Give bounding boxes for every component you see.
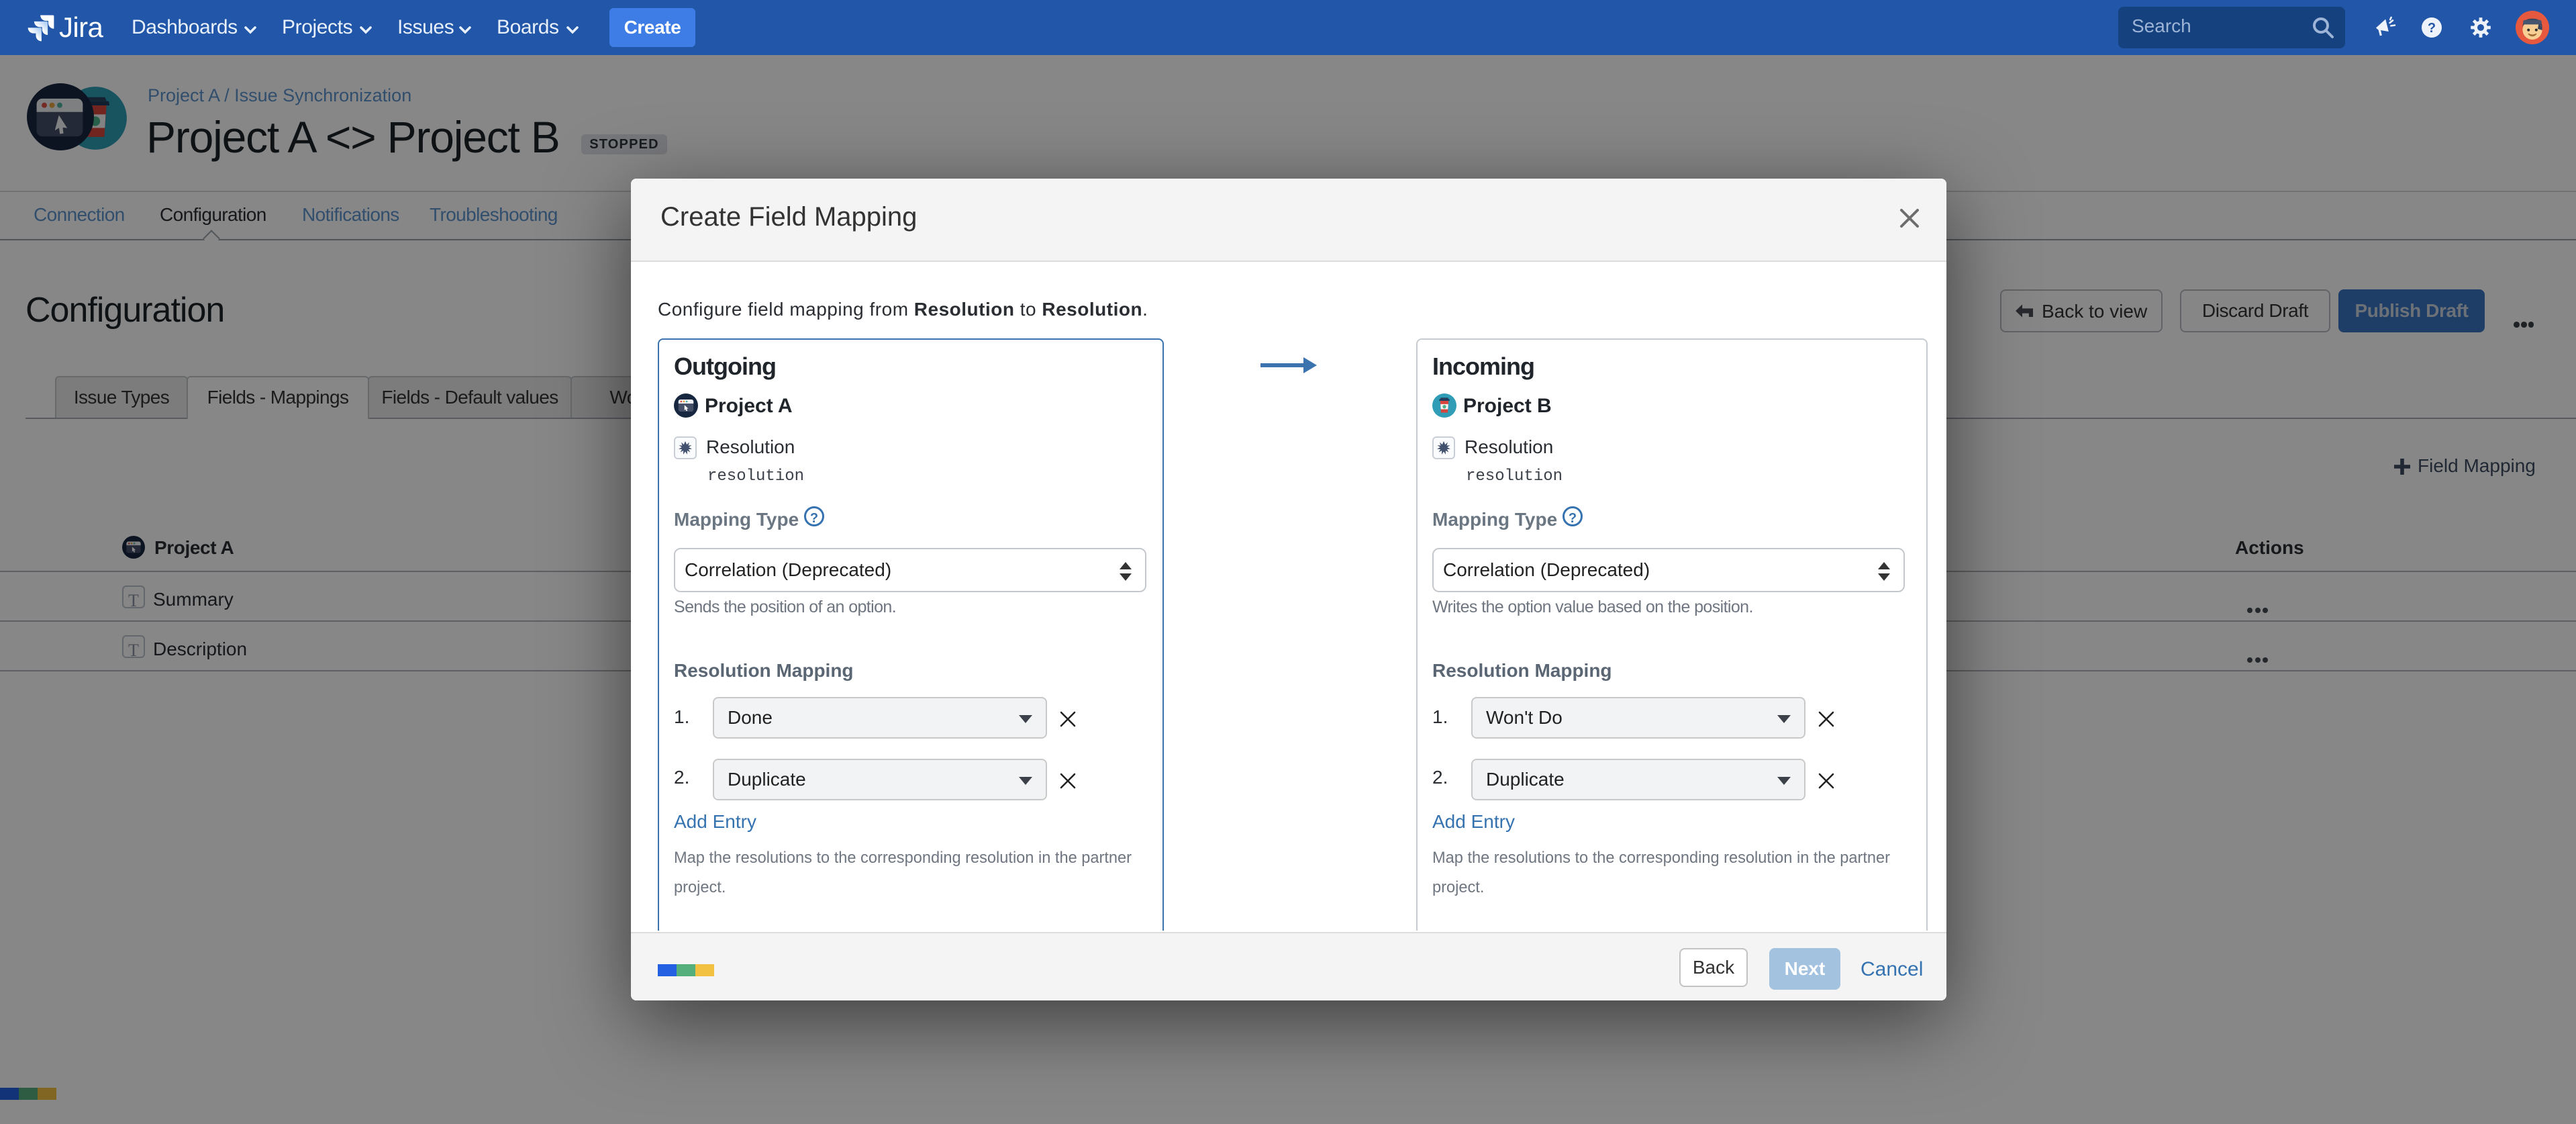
svg-text:?: ? — [2428, 21, 2436, 36]
